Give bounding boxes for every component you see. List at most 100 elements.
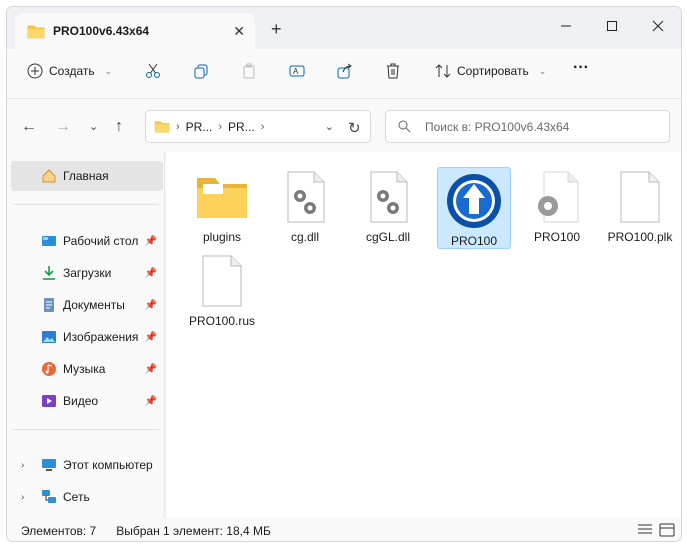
- delete-button[interactable]: [385, 63, 401, 79]
- recent-locations-chevron-icon[interactable]: ⌄: [89, 120, 98, 133]
- sidebar-item-pictures[interactable]: Изображения 📌: [11, 322, 163, 352]
- video-icon: [42, 395, 56, 407]
- sidebar-item-downloads[interactable]: Загрузки 📌: [11, 258, 163, 288]
- sidebar-item-documents[interactable]: Документы 📌: [11, 290, 163, 320]
- sidebar-item-desktop[interactable]: Рабочий стол 📌: [11, 226, 163, 256]
- selection-info: Выбран 1 элемент: 18,4 МБ: [116, 523, 271, 538]
- file-item[interactable]: cgGL.dll: [351, 164, 425, 246]
- breadcrumb-item[interactable]: PR...: [186, 120, 213, 134]
- sidebar-item-video[interactable]: Видео 📌: [11, 386, 163, 416]
- blank-file-icon: [611, 168, 669, 226]
- title-bar: PRO100v6.43x64 ✕ +: [7, 7, 681, 49]
- back-arrow-icon[interactable]: ←: [21, 118, 37, 136]
- dll-file-icon: [359, 168, 417, 226]
- sort-button[interactable]: Сортировать ⌄: [435, 63, 546, 79]
- search-input[interactable]: Поиск в: PRO100v6.43x64: [385, 110, 670, 143]
- sidebar-item-label: Документы: [63, 298, 125, 312]
- pin-icon[interactable]: 📌: [145, 364, 157, 375]
- documents-icon: [44, 298, 54, 312]
- chevron-right-icon[interactable]: ›: [21, 492, 24, 503]
- command-bar: Создать ⌄ A Сортировать ⌄ ···: [7, 49, 681, 99]
- chevron-down-icon: ⌄: [104, 65, 113, 76]
- create-label: Создать: [49, 64, 95, 78]
- pictures-icon: [42, 331, 56, 343]
- sidebar-item-label: Музыка: [63, 362, 106, 376]
- breadcrumb-separator-icon: ›: [218, 120, 223, 133]
- breadcrumb-item[interactable]: PR...: [228, 120, 255, 134]
- tab-current[interactable]: PRO100v6.43x64 ✕: [15, 13, 255, 49]
- file-item[interactable]: PRO100: [520, 164, 594, 246]
- pin-icon[interactable]: 📌: [145, 236, 157, 247]
- music-icon: [42, 362, 56, 376]
- search-placeholder: Поиск в: PRO100v6.43x64: [425, 119, 570, 134]
- pin-icon[interactable]: 📌: [145, 332, 157, 343]
- refresh-icon[interactable]: ↻: [348, 119, 361, 137]
- folder-icon: [27, 25, 45, 38]
- pin-icon[interactable]: 📌: [145, 268, 157, 279]
- scissors-icon: [146, 63, 160, 78]
- clipboard-icon: [243, 63, 255, 79]
- folder-icon: [154, 121, 170, 133]
- home-icon: [42, 169, 56, 183]
- rename-icon: A: [289, 65, 305, 77]
- details-view-icon: [638, 524, 652, 534]
- copy-button[interactable]: [193, 63, 209, 79]
- share-button[interactable]: [337, 63, 353, 79]
- minimize-button[interactable]: [543, 12, 589, 40]
- file-name: plugins: [202, 230, 242, 244]
- up-arrow-icon[interactable]: ↑: [115, 118, 123, 136]
- svg-text:A: A: [293, 67, 299, 76]
- rename-button[interactable]: A: [289, 63, 305, 79]
- maximize-button[interactable]: [589, 12, 635, 40]
- pro100-app-icon: [445, 172, 503, 230]
- details-view-button[interactable]: [637, 523, 655, 539]
- file-view: plugins cg.dll cgGL.dll PRO100 PRO100 PR…: [167, 152, 681, 518]
- file-name: cgGL.dll: [365, 230, 411, 244]
- folder-icon: [193, 168, 251, 226]
- address-bar[interactable]: › PR... › PR... › ⌄: [145, 110, 371, 143]
- sidebar-item-this-pc[interactable]: › Этот компьютер: [11, 450, 163, 480]
- forward-arrow-icon[interactable]: →: [55, 118, 71, 136]
- file-name: PRO100.rus: [188, 314, 256, 328]
- chevron-right-icon[interactable]: ›: [21, 460, 24, 471]
- file-item[interactable]: PRO100.plk: [603, 164, 677, 246]
- cut-button[interactable]: [145, 63, 161, 79]
- sidebar-item-music[interactable]: Музыка 📌: [11, 354, 163, 384]
- sidebar-item-label: Рабочий стол: [63, 234, 139, 248]
- sidebar-item-network[interactable]: › Сеть: [11, 482, 163, 512]
- pin-icon[interactable]: 📌: [145, 300, 157, 311]
- address-dropdown-chevron-icon[interactable]: ⌄: [325, 120, 334, 133]
- navigation-pane: Главная Рабочий стол 📌 Загрузки 📌 Докуме…: [7, 152, 165, 518]
- sidebar-item-label: Изображения: [63, 330, 139, 344]
- pin-icon[interactable]: 📌: [145, 396, 157, 407]
- create-button[interactable]: Создать ⌄: [27, 63, 112, 79]
- plus-circle-icon: [27, 63, 43, 79]
- file-item[interactable]: plugins: [185, 164, 259, 246]
- close-window-button[interactable]: [635, 12, 681, 40]
- sidebar-item-label: Загрузки: [63, 266, 112, 280]
- file-name: PRO100.plk: [607, 230, 673, 244]
- more-options-button[interactable]: ···: [573, 59, 589, 77]
- tiles-view-icon: [659, 523, 675, 537]
- tab-close-button[interactable]: ✕: [233, 23, 245, 40]
- paste-button[interactable]: [241, 63, 257, 79]
- explorer-window: PRO100v6.43x64 ✕ + Создать ⌄ A Сортирова…: [6, 6, 682, 542]
- sidebar-item-label: Сеть: [63, 490, 90, 504]
- address-row: ← → ⌄ ↑ › PR... › PR... › ⌄ ↻ Поиск в: P…: [7, 100, 681, 152]
- tab-title: PRO100v6.43x64: [53, 24, 150, 38]
- network-icon: [42, 490, 56, 503]
- sort-icon: [435, 64, 451, 78]
- file-name: PRO100: [533, 230, 581, 244]
- status-bar: Элементов: 7 Выбран 1 элемент: 18,4 МБ: [7, 518, 681, 541]
- file-item[interactable]: PRO100.rus: [185, 248, 259, 330]
- sidebar-item-label: Видео: [63, 394, 99, 408]
- file-item[interactable]: cg.dll: [268, 164, 342, 246]
- config-file-icon: [528, 168, 586, 226]
- sidebar-item-label: Этот компьютер: [63, 458, 153, 472]
- item-count: Элементов: 7: [21, 523, 97, 538]
- new-tab-button[interactable]: +: [271, 19, 282, 40]
- tiles-view-button[interactable]: [659, 523, 677, 539]
- file-item-selected[interactable]: PRO100: [437, 167, 511, 249]
- desktop-icon: [42, 236, 56, 246]
- sidebar-item-home[interactable]: Главная: [11, 161, 163, 191]
